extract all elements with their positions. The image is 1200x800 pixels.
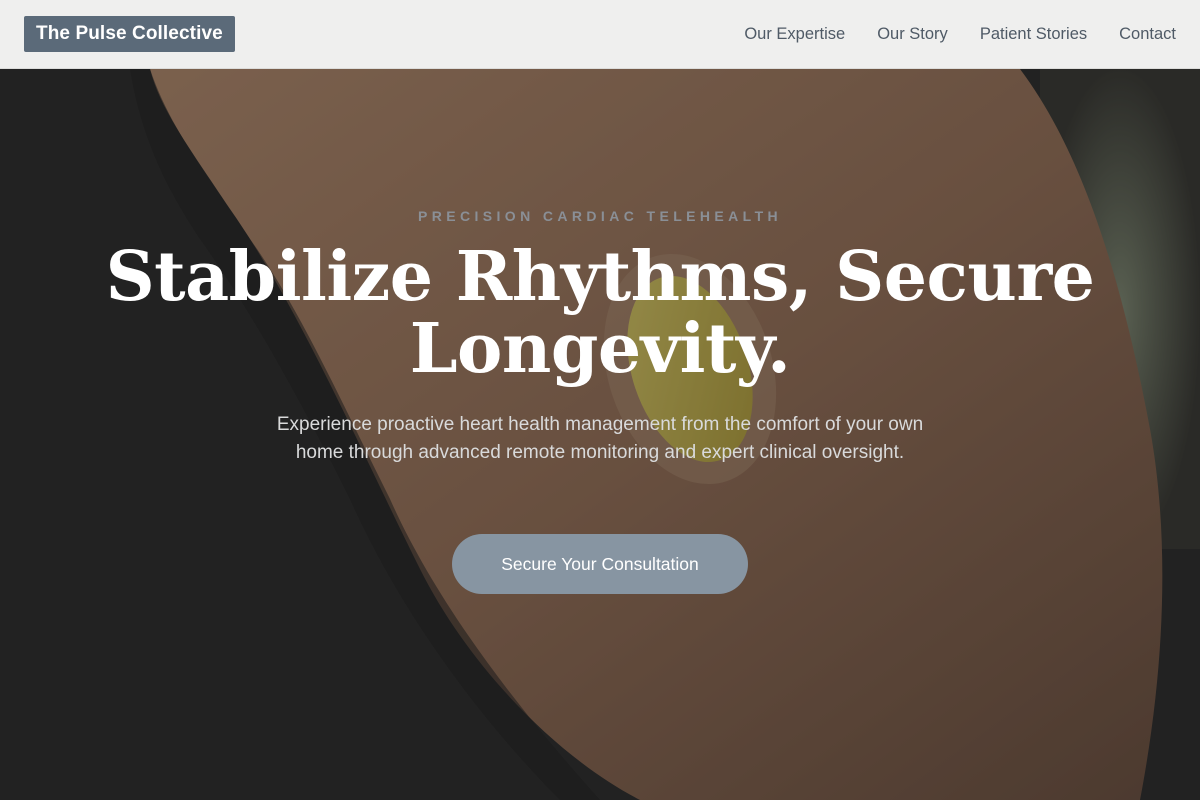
- site-header: The Pulse Collective Our Expertise Our S…: [0, 0, 1200, 69]
- nav-our-story[interactable]: Our Story: [877, 25, 948, 44]
- nav-patient-stories[interactable]: Patient Stories: [980, 25, 1087, 44]
- secure-consultation-button[interactable]: Secure Your Consultation: [452, 534, 748, 594]
- hero-headline-line1: Stabilize Rhythms, Secure: [105, 237, 1095, 317]
- hero-subtitle: Experience proactive heart health manage…: [276, 414, 924, 463]
- main-nav: Our Expertise Our Story Patient Stories …: [712, 25, 1176, 44]
- hero-headline: Stabilize Rhythms, Secure Longevity.: [0, 241, 1200, 385]
- hero-eyebrow: PRECISION CARDIAC TELEHEALTH: [417, 208, 783, 224]
- nav-contact[interactable]: Contact: [1119, 25, 1176, 44]
- page: The Pulse Collective Our Expertise Our S…: [0, 0, 1200, 800]
- brand-logo[interactable]: The Pulse Collective: [24, 16, 235, 52]
- hero-headline-line2: Longevity.: [409, 309, 791, 389]
- nav-our-expertise[interactable]: Our Expertise: [744, 25, 845, 44]
